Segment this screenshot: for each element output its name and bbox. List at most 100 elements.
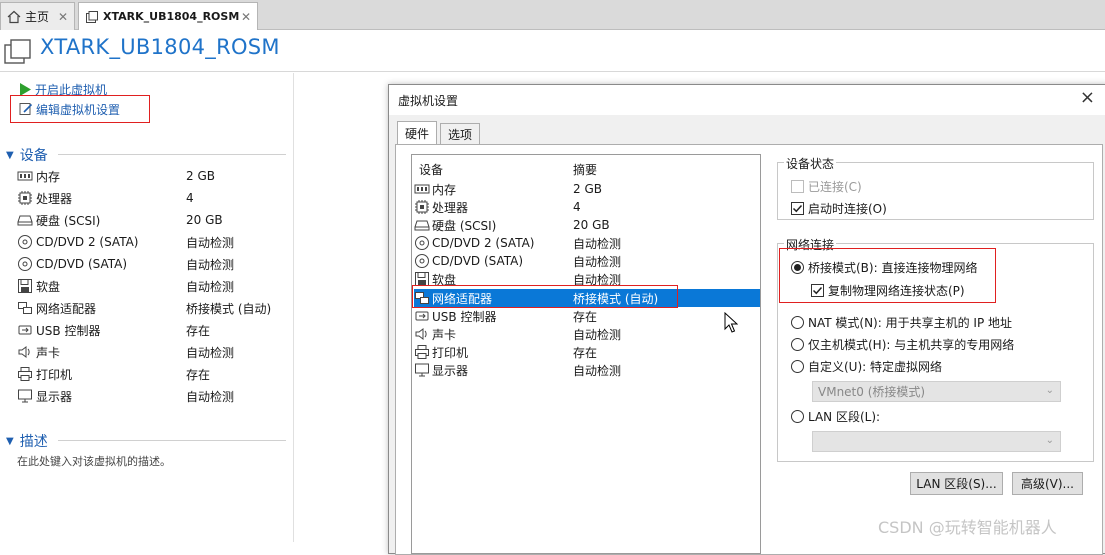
radio-unselected-icon	[791, 360, 804, 373]
cpu-icon	[414, 199, 430, 215]
cd-icon	[17, 256, 33, 272]
nat-label: NAT 模式(N): 用于共享主机的 IP 地址	[808, 316, 1013, 330]
description-hint[interactable]: 在此处键入对该虚拟机的描述。	[17, 453, 171, 469]
tab-home[interactable]: 主页 ✕	[0, 2, 75, 30]
tab-hardware[interactable]: 硬件	[397, 121, 438, 145]
device-name: USB 控制器	[432, 309, 497, 324]
device-row[interactable]: 软盘 自动检测	[17, 275, 287, 297]
custom-network-value: VMnet0 (桥接模式)	[818, 385, 926, 399]
highlight-box	[779, 248, 996, 303]
advanced-button[interactable]: 高级(V)...	[1012, 472, 1083, 495]
connected-checkbox[interactable]: 已连接(C)	[791, 178, 862, 195]
device-value: 自动检测	[186, 235, 235, 250]
devices-section-header[interactable]: ▼ 设备	[6, 145, 48, 165]
device-value: 2 GB	[186, 169, 215, 183]
device-status-title: 设备状态	[784, 155, 837, 172]
vm-summary-panel: 开启此虚拟机 编辑虚拟机设置 ▼ 设备 内存 2 GB 处理器 4 硬盘 (SCSI) 2…	[0, 73, 294, 542]
collapse-icon: ▼	[6, 435, 14, 447]
tab-bar: 主页 ✕ XTARK_UB1804_ROSM ✕	[0, 0, 1105, 30]
device-row[interactable]: USB 控制器 存在	[17, 319, 287, 341]
lan-segment-radio[interactable]: LAN 区段(L):	[791, 408, 880, 425]
divider	[58, 154, 286, 155]
connected-label: 已连接(C)	[808, 180, 862, 194]
collapse-icon: ▼	[6, 149, 14, 161]
device-value: 存在	[186, 323, 211, 338]
close-icon[interactable]: ×	[1080, 87, 1095, 108]
device-list-row[interactable]: 处理器 4	[414, 198, 760, 216]
device-row[interactable]: CD/DVD 2 (SATA) 自动检测	[17, 231, 287, 253]
lan-segment-select[interactable]: ⌄	[812, 431, 1061, 452]
device-name: 处理器	[36, 191, 73, 206]
chevron-down-icon: ⌄	[1045, 435, 1054, 446]
device-row[interactable]: 处理器 4	[17, 187, 287, 209]
radio-unselected-icon	[791, 338, 804, 351]
device-value: 自动检测	[186, 257, 235, 272]
device-name: CD/DVD (SATA)	[432, 254, 524, 268]
device-list-row[interactable]: 显示器 自动检测	[414, 361, 760, 379]
close-icon[interactable]: ✕	[58, 10, 68, 24]
usb-icon	[414, 308, 430, 324]
sound-icon	[414, 326, 430, 342]
cd-icon	[414, 253, 430, 269]
cd-icon	[414, 235, 430, 251]
device-status-group: 设备状态 已连接(C) 启动时连接(O)	[777, 155, 1094, 220]
device-row[interactable]: 打印机 存在	[17, 363, 287, 385]
device-summary: 2 GB	[573, 182, 602, 196]
device-row[interactable]: CD/DVD (SATA) 自动检测	[17, 253, 287, 275]
device-list-row[interactable]: 硬盘 (SCSI) 20 GB	[414, 216, 760, 234]
radio-unselected-icon	[791, 410, 804, 423]
network-icon	[17, 300, 33, 316]
device-list-row[interactable]: 打印机 存在	[414, 343, 760, 361]
column-header-summary[interactable]: 摘要	[573, 161, 597, 178]
device-value: 自动检测	[186, 345, 235, 360]
dialog-title: 虚拟机设置	[398, 94, 459, 108]
printer-icon	[17, 366, 33, 382]
device-row[interactable]: 显示器 自动检测	[17, 385, 287, 407]
description-section-title: 描述	[19, 434, 48, 450]
device-summary: 自动检测	[573, 236, 622, 251]
device-name: 内存	[432, 182, 457, 197]
device-row[interactable]: 内存 2 GB	[17, 165, 287, 187]
device-list-row[interactable]: CD/DVD 2 (SATA) 自动检测	[414, 234, 760, 252]
tab-vm[interactable]: XTARK_UB1804_ROSM ✕	[78, 2, 258, 30]
dialog-titlebar[interactable]: 虚拟机设置 ×	[389, 85, 1105, 115]
device-name: 打印机	[432, 345, 469, 360]
device-name: 内存	[36, 169, 61, 184]
tab-options[interactable]: 选项	[440, 123, 481, 144]
device-name: CD/DVD 2 (SATA)	[36, 235, 139, 249]
device-name: 硬盘 (SCSI)	[36, 213, 101, 228]
close-icon[interactable]: ✕	[241, 10, 251, 24]
device-name: USB 控制器	[36, 323, 101, 338]
play-icon	[20, 82, 31, 96]
device-list-row[interactable]: USB 控制器 存在	[414, 307, 760, 325]
device-row[interactable]: 网络适配器 桥接模式 (自动)	[17, 297, 287, 319]
tab-home-label: 主页	[25, 10, 50, 24]
device-value: 存在	[186, 367, 211, 382]
device-value: 自动检测	[186, 279, 235, 294]
column-header-device[interactable]: 设备	[419, 161, 443, 178]
custom-network-select[interactable]: VMnet0 (桥接模式) ⌄	[812, 381, 1061, 402]
device-summary: 自动检测	[573, 254, 622, 269]
device-name: 声卡	[36, 345, 61, 360]
host-only-radio[interactable]: 仅主机模式(H): 与主机共享的专用网络	[791, 336, 1014, 353]
checkbox-unchecked-icon	[791, 180, 804, 193]
connect-on-power-checkbox[interactable]: 启动时连接(O)	[791, 200, 887, 217]
device-row[interactable]: 硬盘 (SCSI) 20 GB	[17, 209, 287, 231]
title-row: XTARK_UB1804_ROSM	[0, 30, 1105, 72]
device-name: 显示器	[36, 389, 73, 404]
device-name: CD/DVD (SATA)	[36, 257, 128, 271]
device-list-row[interactable]: CD/DVD (SATA) 自动检测	[414, 252, 760, 270]
connect-on-power-label: 启动时连接(O)	[808, 202, 887, 216]
nat-radio[interactable]: NAT 模式(N): 用于共享主机的 IP 地址	[791, 314, 1012, 331]
device-list-row[interactable]: 声卡 自动检测	[414, 325, 760, 343]
custom-radio[interactable]: 自定义(U): 特定虚拟网络	[791, 358, 942, 375]
device-name: CD/DVD 2 (SATA)	[432, 236, 535, 250]
device-row[interactable]: 声卡 自动检测	[17, 341, 287, 363]
description-section-header[interactable]: ▼ 描述	[6, 431, 48, 451]
device-name: 打印机	[36, 367, 73, 382]
vm-settings-dialog: 虚拟机设置 × 硬件 选项 设备 摘要 内存 2 GB 处理器 4 硬盘 (SCSI) 2…	[388, 84, 1105, 555]
device-list-row[interactable]: 内存 2 GB	[414, 180, 760, 198]
device-list[interactable]: 设备 摘要 内存 2 GB 处理器 4 硬盘 (SCSI) 20 GB CD/DVD 2 (…	[411, 154, 761, 554]
device-summary: 4	[573, 200, 581, 214]
lan-segments-button[interactable]: LAN 区段(S)...	[910, 472, 1003, 495]
